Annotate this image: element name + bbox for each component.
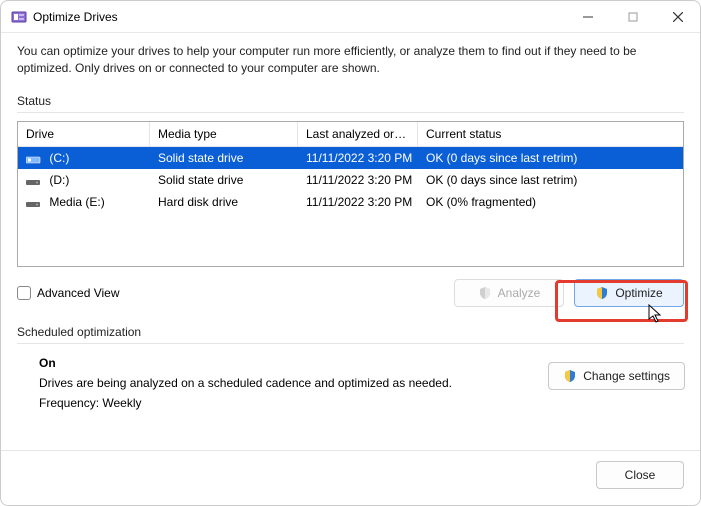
hdd-icon xyxy=(26,198,42,208)
drive-last: 11/11/2022 3:20 PM xyxy=(298,149,418,167)
shield-icon xyxy=(563,369,577,383)
col-header-drive[interactable]: Drive xyxy=(18,122,150,146)
table-row[interactable]: (C:) Solid state drive 11/11/2022 3:20 P… xyxy=(18,147,683,169)
col-header-status[interactable]: Current status xyxy=(418,122,683,146)
drive-list: Drive Media type Last analyzed or o... C… xyxy=(17,121,684,267)
scheduled-rule xyxy=(17,343,684,344)
maximize-button[interactable] xyxy=(610,1,655,33)
change-settings-button[interactable]: Change settings xyxy=(548,362,685,390)
minimize-button[interactable] xyxy=(565,1,610,33)
action-bar: Advanced View Analyze Optimize xyxy=(17,279,684,307)
footer: Close xyxy=(1,461,700,501)
advanced-view-checkbox[interactable]: Advanced View xyxy=(17,286,120,300)
drive-name: (C:) xyxy=(49,151,69,165)
optimize-button[interactable]: Optimize xyxy=(574,279,684,307)
drive-media: Hard disk drive xyxy=(150,193,298,211)
shield-icon xyxy=(595,286,609,300)
col-header-last[interactable]: Last analyzed or o... xyxy=(298,122,418,146)
shield-icon xyxy=(478,286,492,300)
col-header-media[interactable]: Media type xyxy=(150,122,298,146)
drive-name: (D:) xyxy=(49,173,69,187)
drive-status: OK (0% fragmented) xyxy=(418,193,683,211)
close-window-button[interactable] xyxy=(655,1,700,33)
table-row[interactable]: Media (E:) Hard disk drive 11/11/2022 3:… xyxy=(18,191,683,213)
ssd-icon xyxy=(26,154,42,164)
advanced-view-label: Advanced View xyxy=(37,286,120,300)
drive-last: 11/11/2022 3:20 PM xyxy=(298,171,418,189)
table-row[interactable]: (D:) Solid state drive 11/11/2022 3:20 P… xyxy=(18,169,683,191)
drive-status: OK (0 days since last retrim) xyxy=(418,149,683,167)
analyze-label: Analyze xyxy=(498,286,541,300)
app-icon xyxy=(11,9,27,25)
checkbox-icon xyxy=(17,286,31,300)
titlebar: Optimize Drives xyxy=(1,1,700,33)
drive-list-header: Drive Media type Last analyzed or o... C… xyxy=(18,122,683,147)
scheduled-heading: Scheduled optimization xyxy=(17,325,684,339)
analyze-button[interactable]: Analyze xyxy=(454,279,564,307)
drive-status: OK (0 days since last retrim) xyxy=(418,171,683,189)
status-rule xyxy=(17,112,684,113)
change-settings-label: Change settings xyxy=(583,369,670,383)
drive-media: Solid state drive xyxy=(150,149,298,167)
optimize-label: Optimize xyxy=(615,286,662,300)
drive-media: Solid state drive xyxy=(150,171,298,189)
scheduled-frequency: Frequency: Weekly xyxy=(39,396,684,410)
close-button[interactable]: Close xyxy=(596,461,684,489)
drive-last: 11/11/2022 3:20 PM xyxy=(298,193,418,211)
hdd-icon xyxy=(26,176,42,186)
intro-text: You can optimize your drives to help you… xyxy=(17,43,684,78)
status-label: Status xyxy=(17,94,684,108)
footer-rule xyxy=(1,450,700,451)
window-title: Optimize Drives xyxy=(33,10,118,24)
close-label: Close xyxy=(625,468,656,482)
drive-name: Media (E:) xyxy=(49,195,104,209)
